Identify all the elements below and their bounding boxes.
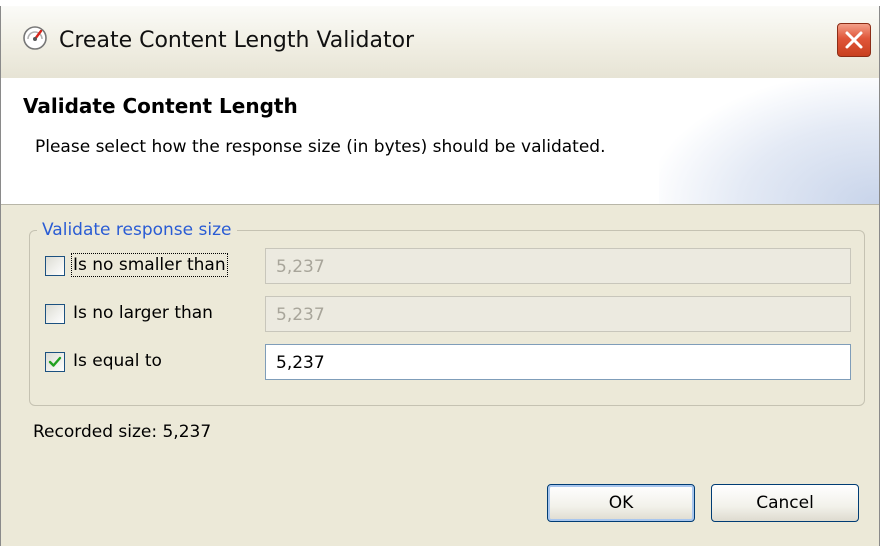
no-smaller-label[interactable]: Is no smaller than xyxy=(71,253,228,277)
equal-to-checkbox[interactable] xyxy=(45,352,65,372)
header-description: Please select how the response size (in … xyxy=(35,137,606,157)
recorded-size: Recorded size: 5,237 xyxy=(33,422,212,442)
equal-to-field[interactable]: 5,237 xyxy=(265,344,851,380)
close-icon xyxy=(845,31,863,49)
header-title: Validate Content Length xyxy=(23,94,298,118)
cancel-button[interactable]: Cancel xyxy=(711,484,859,522)
gauge-icon xyxy=(21,24,49,52)
title-bar[interactable]: Create Content Length Validator xyxy=(1,6,879,81)
checkmark-icon xyxy=(48,356,62,367)
window-title: Create Content Length Validator xyxy=(59,28,415,53)
ok-button[interactable]: OK xyxy=(547,484,695,522)
no-larger-label[interactable]: Is no larger than xyxy=(73,303,213,323)
no-smaller-checkbox[interactable] xyxy=(45,256,65,276)
equal-to-label[interactable]: Is equal to xyxy=(73,351,162,371)
close-button[interactable] xyxy=(837,23,871,57)
group-legend: Validate response size xyxy=(37,220,237,240)
no-larger-checkbox[interactable] xyxy=(45,304,65,324)
dialog-window: Create Content Length Validator Validate… xyxy=(0,6,880,546)
header-decoration xyxy=(659,78,879,204)
no-smaller-field[interactable]: 5,237 xyxy=(265,248,851,284)
no-larger-field[interactable]: 5,237 xyxy=(265,296,851,332)
dialog-header: Validate Content Length Please select ho… xyxy=(1,78,879,205)
